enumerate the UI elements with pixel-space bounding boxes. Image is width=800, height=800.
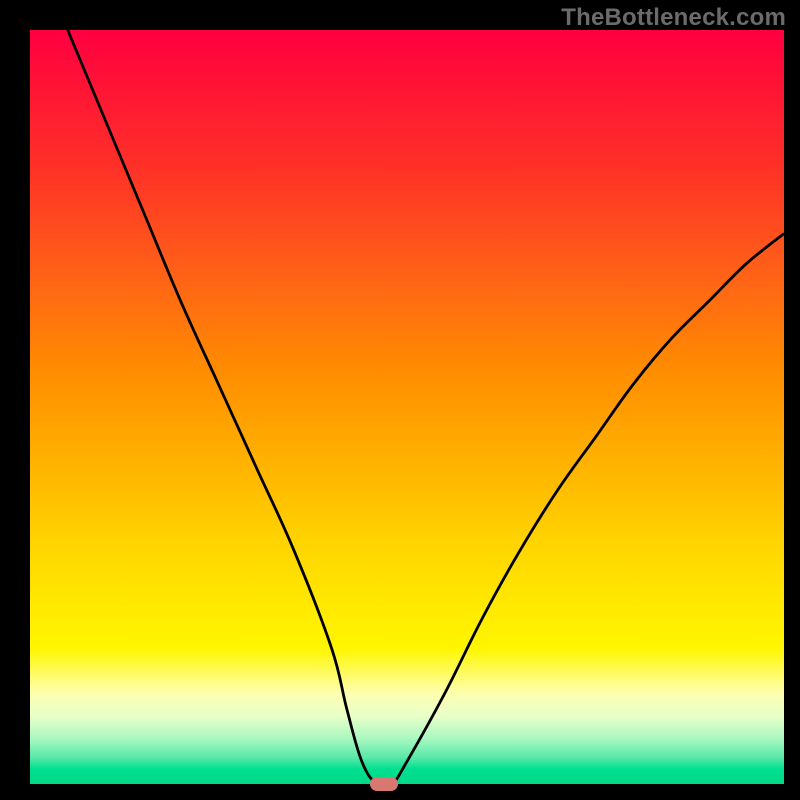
chart-container: TheBottleneck.com: [0, 0, 800, 800]
curve-line: [68, 30, 784, 784]
optimal-point-marker: [370, 777, 398, 791]
watermark-text: TheBottleneck.com: [561, 4, 786, 32]
plot-area: [30, 30, 784, 784]
bottleneck-curve: [30, 30, 784, 784]
